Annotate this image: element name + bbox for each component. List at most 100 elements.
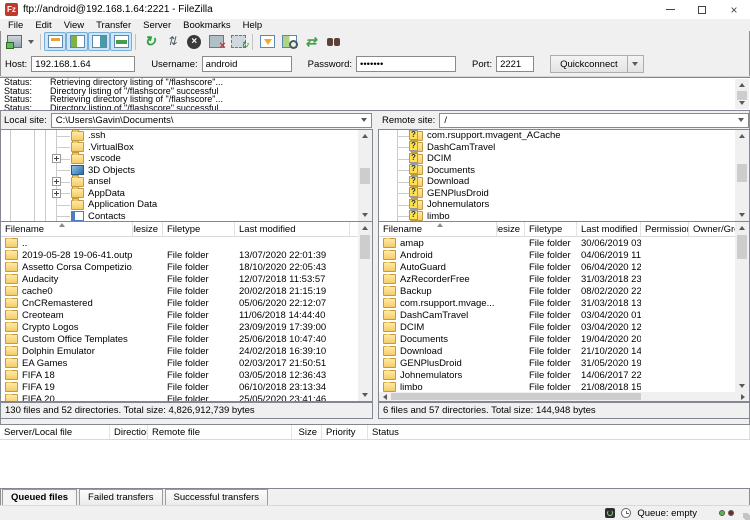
file-row[interactable]: DCIM File folder 03/04/2020 12:... xyxy=(379,321,735,333)
file-row[interactable]: AzRecorderFree File folder 31/03/2018 23… xyxy=(379,273,735,285)
tree-item[interactable]: 3D Objects xyxy=(1,165,372,177)
scroll-up-icon[interactable] xyxy=(358,130,372,142)
file-row[interactable]: .. xyxy=(1,237,358,249)
file-row[interactable]: Crypto Logos File folder 23/09/2019 17:3… xyxy=(1,321,358,333)
directory-comparison[interactable] xyxy=(278,32,300,51)
refresh[interactable] xyxy=(139,32,161,51)
message-log-scrollbar[interactable] xyxy=(735,79,749,109)
scroll-down-icon[interactable] xyxy=(358,389,372,401)
file-row[interactable]: Dolphin Emulator File folder 24/02/2018 … xyxy=(1,345,358,357)
scroll-up-icon[interactable] xyxy=(358,222,372,234)
disconnect[interactable] xyxy=(205,32,227,51)
speed-limits-icon[interactable] xyxy=(605,508,615,518)
synchronized-browsing[interactable] xyxy=(300,32,322,51)
file-row[interactable]: Audacity File folder 12/07/2018 11:53:57 xyxy=(1,273,358,285)
file-row[interactable]: AutoGuard File folder 06/04/2020 12:... xyxy=(379,261,735,273)
scroll-down-icon[interactable] xyxy=(735,97,749,109)
file-row[interactable]: 2019-05-28 19-06-41.output File folder 1… xyxy=(1,249,358,261)
quickconnect-dropdown[interactable] xyxy=(627,56,643,72)
file-row[interactable]: DashCamTravel File folder 03/04/2020 01:… xyxy=(379,309,735,321)
header-owner-group[interactable]: Owner/Group xyxy=(689,222,736,236)
toggle-local-tree[interactable] xyxy=(66,32,88,51)
file-row[interactable]: FIFA 20 File folder 25/05/2020 23:41:46 xyxy=(1,393,358,401)
port-input[interactable] xyxy=(496,56,534,72)
local-list-scrollbar[interactable] xyxy=(358,222,372,401)
site-manager[interactable] xyxy=(3,32,25,51)
cancel-operation[interactable] xyxy=(183,32,205,51)
minimize-button[interactable] xyxy=(654,0,686,19)
header-filesize[interactable]: Filesize xyxy=(133,222,163,236)
file-row[interactable]: CnCRemastered File folder 05/06/2020 22:… xyxy=(1,297,358,309)
menu-item[interactable]: Edit xyxy=(29,20,57,31)
queue-tab[interactable]: Queued files xyxy=(2,489,77,505)
file-row[interactable]: Custom Office Templates File folder 25/0… xyxy=(1,333,358,345)
resize-grip[interactable] xyxy=(744,514,749,519)
file-row[interactable]: com.rsupport.mvage... File folder 31/03/… xyxy=(379,297,735,309)
scroll-down-icon[interactable] xyxy=(735,209,749,221)
scroll-left-icon[interactable] xyxy=(379,392,391,401)
combo-dropdown-icon[interactable] xyxy=(356,114,371,127)
file-row[interactable]: Android File folder 04/06/2019 11:... xyxy=(379,249,735,261)
scroll-up-icon[interactable] xyxy=(735,130,749,142)
tree-item[interactable]: AppData xyxy=(1,188,372,200)
file-row[interactable]: Johnemulators File folder 14/06/2017 22:… xyxy=(379,369,735,381)
file-row[interactable]: FIFA 19 File folder 06/10/2018 23:13:34 xyxy=(1,381,358,393)
menu-item[interactable]: Help xyxy=(237,20,269,31)
toggle-message-log[interactable] xyxy=(44,32,66,51)
tree-item[interactable]: DCIM xyxy=(379,153,749,165)
header-filetype[interactable]: Filetype xyxy=(163,222,235,236)
remote-list-hscrollbar[interactable] xyxy=(379,392,749,401)
local-site-combo[interactable]: C:\Users\Gavin\Documents\ xyxy=(51,113,372,128)
file-row[interactable]: limbo File folder 21/08/2018 15:... xyxy=(379,381,735,392)
toggle-processing-queue[interactable] xyxy=(161,32,183,51)
combo-dropdown-icon[interactable] xyxy=(733,114,748,127)
queue-tab[interactable]: Failed transfers xyxy=(79,489,162,505)
file-row[interactable]: Documents File folder 19/04/2020 20:... xyxy=(379,333,735,345)
header-last-modified[interactable]: Last modified xyxy=(235,222,350,236)
header-status[interactable]: Status xyxy=(368,425,750,439)
header-filename[interactable]: Filename xyxy=(1,222,133,236)
site-manager-dropdown[interactable] xyxy=(25,32,37,51)
tree-item[interactable]: .vscode xyxy=(1,153,372,165)
expand-plus-icon[interactable] xyxy=(52,177,61,186)
expand-plus-icon[interactable] xyxy=(52,189,61,198)
password-input[interactable] xyxy=(356,56,456,72)
remote-list-scrollbar[interactable] xyxy=(735,222,749,392)
file-row[interactable]: Creoteam File folder 11/06/2018 14:44:40 xyxy=(1,309,358,321)
username-input[interactable] xyxy=(202,56,292,72)
toggle-transfer-queue[interactable] xyxy=(110,32,132,51)
remote-site-combo[interactable]: / xyxy=(439,113,749,128)
expand-plus-icon[interactable] xyxy=(52,154,61,163)
scroll-down-icon[interactable] xyxy=(358,209,372,221)
tree-item[interactable]: ansel xyxy=(1,176,372,188)
file-row[interactable]: GENPlusDroid File folder 31/05/2020 19:.… xyxy=(379,357,735,369)
header-remote-file[interactable]: Remote file xyxy=(148,425,292,439)
scroll-up-icon[interactable] xyxy=(735,222,749,234)
host-input[interactable] xyxy=(31,56,135,72)
header-direction[interactable]: Direction xyxy=(110,425,148,439)
directory-listing-filters[interactable] xyxy=(256,32,278,51)
tree-item[interactable]: Johnemulators xyxy=(379,199,749,211)
local-tree-scrollbar[interactable] xyxy=(358,130,372,221)
header-last-modified[interactable]: Last modified xyxy=(577,222,641,236)
file-row[interactable]: EA Games File folder 02/03/2017 21:50:51 xyxy=(1,357,358,369)
file-row[interactable]: amap File folder 30/06/2019 03:... xyxy=(379,237,735,249)
file-row[interactable]: FIFA 18 File folder 03/05/2018 12:36:43 xyxy=(1,369,358,381)
file-row[interactable]: cache0 File folder 20/02/2018 21:15:19 xyxy=(1,285,358,297)
scroll-down-icon[interactable] xyxy=(735,380,749,392)
toggle-remote-tree[interactable] xyxy=(88,32,110,51)
tree-item[interactable]: Documents xyxy=(379,165,749,177)
tree-item[interactable]: GENPlusDroid xyxy=(379,188,749,200)
tree-item[interactable]: Application Data xyxy=(1,199,372,211)
menu-item[interactable]: View xyxy=(58,20,90,31)
menu-item[interactable]: File xyxy=(2,20,29,31)
header-priority[interactable]: Priority xyxy=(322,425,368,439)
tree-item[interactable]: .VirtualBox xyxy=(1,142,372,154)
header-size[interactable]: Size xyxy=(292,425,322,439)
tree-item[interactable]: DashCamTravel xyxy=(379,142,749,154)
find-files[interactable] xyxy=(322,32,344,51)
header-filetype[interactable]: Filetype xyxy=(525,222,577,236)
file-row[interactable]: Assetto Corsa Competizio... File folder … xyxy=(1,261,358,273)
close-button[interactable]: × xyxy=(718,0,750,19)
header-server-local-file[interactable]: Server/Local file xyxy=(0,425,110,439)
